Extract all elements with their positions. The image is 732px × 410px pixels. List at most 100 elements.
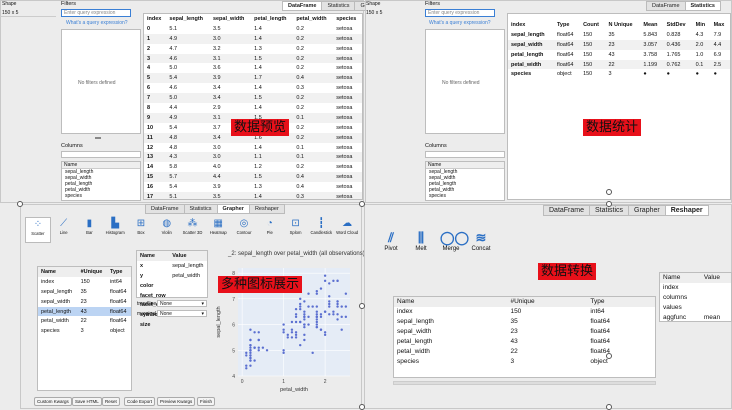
table-row[interactable]: color (137, 281, 207, 291)
splitter-handle[interactable] (95, 137, 101, 139)
query-input[interactable]: Enter query expression (61, 9, 131, 17)
table-row[interactable]: 15 5.7 4.4 1.5 0.4 setosa (144, 172, 362, 183)
table-row[interactable]: petal_width float64 150 22 1.199 0.762 0.1 2.5 (508, 59, 730, 70)
table-row[interactable]: sepal_length 35 float64 (38, 287, 131, 297)
tab-dataframe[interactable]: DataFrame (543, 205, 591, 216)
marginal-select[interactable]: None ▾ (157, 310, 207, 317)
custom-kwargs-button[interactable]: Custom Kwargs (34, 397, 72, 406)
columns-search[interactable] (61, 151, 141, 158)
column-header[interactable]: sepal_width (210, 14, 251, 24)
column-header[interactable]: Name (394, 297, 507, 307)
plot-type-1[interactable]: ⟋ Line (51, 217, 77, 243)
table-row[interactable]: sepal_length float64 150 35 5.843 0.828 4.3 7.9 (508, 30, 730, 40)
tab-grapher[interactable]: Grapher (628, 205, 666, 216)
column-header[interactable]: #Unique (78, 267, 107, 277)
column-header[interactable]: Value (169, 251, 207, 261)
column-header[interactable]: index (508, 20, 554, 30)
table-row[interactable]: 3 4.6 3.1 1.5 0.2 setosa (144, 53, 362, 64)
column-header[interactable]: Count (580, 20, 605, 30)
column-header[interactable]: Mean (640, 20, 663, 30)
reset-button[interactable]: Reset (102, 397, 120, 406)
columns-search[interactable] (425, 151, 505, 158)
query-help-link[interactable]: What's a query expression? (429, 20, 491, 26)
pivot-tool[interactable]: ⫽ Pivot (380, 230, 402, 252)
resize-handle[interactable] (17, 201, 23, 207)
table-row[interactable]: 16 5.4 3.9 1.3 0.4 setosa (144, 182, 362, 192)
tab-statistics[interactable]: Statistics (183, 204, 218, 214)
column-header[interactable]: Min (693, 20, 711, 30)
table-row[interactable]: size (137, 320, 207, 330)
table-row[interactable]: columns (660, 293, 731, 303)
plot-type-2[interactable]: ▮ Bar (77, 217, 103, 243)
table-row[interactable]: x sepal_length (137, 261, 207, 271)
query-input[interactable]: Enter query expression (425, 9, 495, 17)
column-header[interactable]: species (333, 14, 362, 24)
table-row[interactable]: 6 4.6 3.4 1.4 0.3 setosa (144, 83, 362, 93)
table-row[interactable]: 14 5.8 4.0 1.2 0.2 setosa (144, 162, 362, 172)
table-row[interactable]: index (660, 283, 731, 293)
column-header[interactable]: Type (107, 267, 131, 277)
column-header[interactable]: Value (701, 273, 731, 283)
plot-type-12[interactable]: ☁ Word Cloud (334, 217, 360, 243)
resize-handle[interactable] (359, 303, 365, 309)
plot-type-5[interactable]: ◍ Violin (154, 217, 180, 243)
plot-type-10[interactable]: ⊡ Splom (283, 217, 309, 243)
table-row[interactable]: sepal_width 23 float64 (394, 327, 655, 337)
tab-dataframe[interactable]: DataFrame (646, 1, 686, 11)
table-row[interactable]: aggfunc mean (660, 313, 731, 323)
code-export-button[interactable]: Code Export (124, 397, 156, 406)
plot-type-3[interactable]: ▙ Histogram (102, 217, 128, 243)
column-header[interactable]: sepal_length (166, 14, 210, 24)
column-header[interactable]: petal_length (251, 14, 293, 24)
table-row[interactable]: 5 5.4 3.9 1.7 0.4 setosa (144, 73, 362, 84)
column-header[interactable]: index (144, 14, 166, 24)
table-row[interactable]: 1 4.9 3.0 1.4 0.2 setosa (144, 33, 362, 44)
resize-handle[interactable] (606, 353, 612, 359)
tab-grapher[interactable]: Grapher (216, 204, 250, 214)
table-row[interactable]: species 3 object (38, 326, 131, 336)
column-header[interactable]: N Unique (605, 20, 640, 30)
table-row[interactable]: 4 5.0 3.6 1.4 0.2 setosa (144, 63, 362, 73)
column-header[interactable]: Name (660, 273, 701, 283)
resize-handle[interactable] (359, 201, 365, 207)
table-row[interactable]: values (660, 303, 731, 313)
save-html-button[interactable]: Save HTML (72, 397, 102, 406)
column-item[interactable]: species (62, 193, 140, 199)
table-row[interactable]: species 3 object (394, 356, 655, 366)
table-row[interactable]: 2 4.7 3.2 1.3 0.2 setosa (144, 44, 362, 54)
resize-handle[interactable] (359, 404, 365, 410)
merge-tool[interactable]: ◯◯ Merge (440, 230, 469, 252)
table-row[interactable]: facet_row (137, 291, 207, 301)
resize-handle[interactable] (606, 189, 612, 195)
resize-handle[interactable] (606, 201, 612, 207)
tab-reshaper[interactable]: Reshaper (248, 204, 285, 214)
table-row[interactable]: sepal_width float64 150 23 3.057 0.436 2.0 4.4 (508, 39, 730, 50)
table-row[interactable]: index 150 int64 (38, 277, 131, 287)
tab-statistics[interactable]: Statistics (321, 1, 356, 11)
column-header[interactable]: Name (137, 251, 169, 261)
trendline-select[interactable]: None ▾ (157, 300, 207, 307)
tab-dataframe[interactable]: DataFrame (145, 204, 185, 214)
table-row[interactable]: index 150 int64 (394, 307, 655, 317)
column-item[interactable]: species (426, 193, 504, 199)
resize-handle[interactable] (606, 404, 612, 410)
plot-type-8[interactable]: ◎ Contour (231, 217, 257, 243)
tab-dataframe[interactable]: DataFrame (282, 1, 323, 11)
column-header[interactable]: Name (38, 267, 78, 277)
tab-statistics[interactable]: Statistics (684, 1, 721, 11)
table-row[interactable]: petal_length float64 150 43 3.758 1.765 1.0 6.9 (508, 50, 730, 60)
table-row[interactable]: petal_length 43 float64 (394, 337, 655, 347)
melt-tool[interactable]: ⫼ Melt (410, 230, 432, 252)
query-help-link[interactable]: What's a query expression? (66, 20, 128, 26)
concat-tool[interactable]: ≋ Concat (470, 230, 492, 252)
plot-type-4[interactable]: ⊞ Box (128, 217, 154, 243)
table-row[interactable]: 7 5.0 3.4 1.5 0.2 setosa (144, 93, 362, 104)
column-header[interactable]: Type (554, 20, 580, 30)
table-row[interactable]: petal_width 22 float64 (38, 316, 131, 326)
table-row[interactable]: 12 4.8 3.0 1.4 0.1 setosa (144, 143, 362, 153)
column-header[interactable]: Max (711, 20, 730, 30)
plot-type-11[interactable]: ┇ Candlestick (308, 217, 334, 243)
column-header[interactable]: Type (587, 297, 655, 307)
preview-kwargs-button[interactable]: Preview Kwargs (157, 397, 196, 406)
finish-button[interactable]: Finish (197, 397, 216, 406)
